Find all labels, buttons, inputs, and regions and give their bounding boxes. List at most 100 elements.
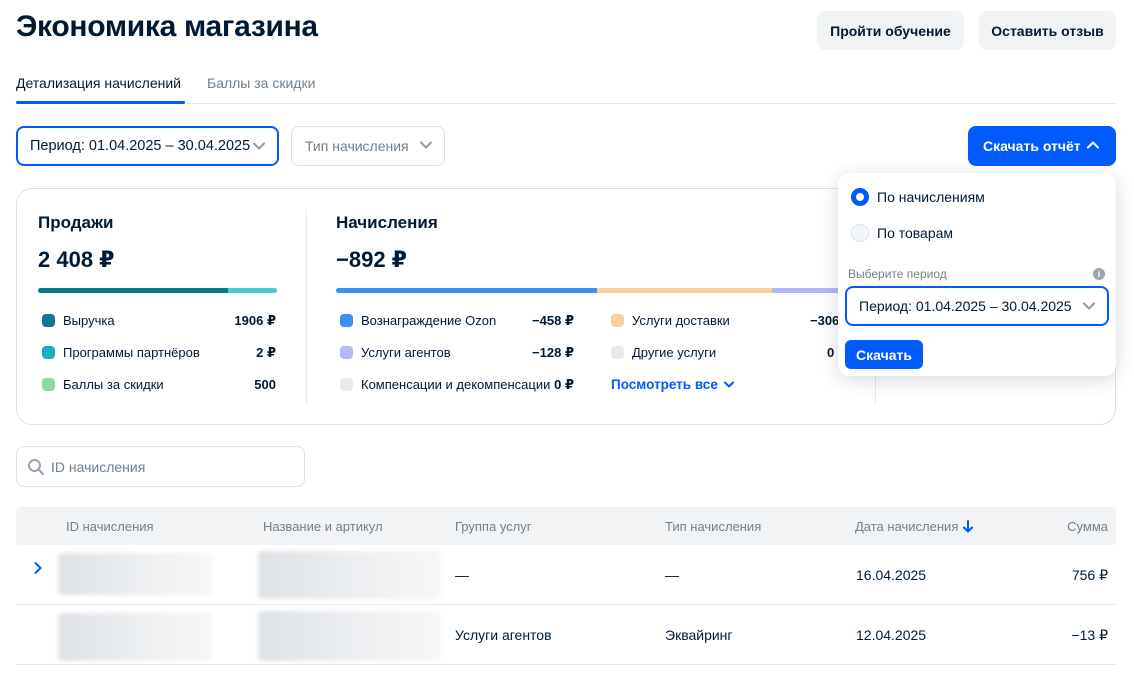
table-row[interactable]: — — 16.04.2025 756 ₽ [16, 545, 1116, 605]
chevron-up-icon [1087, 141, 1099, 149]
legend-value: 1906 ₽ [234, 313, 276, 328]
radio-label: По начислениям [877, 189, 985, 205]
legend-other-services: Другие услуги [611, 345, 716, 360]
column-header-name: Название и артикул [263, 519, 383, 534]
column-header-type: Тип начисления [665, 519, 762, 534]
legend-value: 0 ₽ [554, 377, 574, 392]
search-icon [28, 458, 45, 475]
legend-partner-programs: Программы партнёров [42, 345, 200, 360]
legend-dot [42, 314, 55, 327]
legend-label: Компенсации и декомпенсации [361, 377, 551, 392]
divider [875, 375, 876, 405]
report-period-select[interactable]: Период: 01.04.2025 – 30.04.2025 [845, 286, 1109, 326]
legend-value: −128 ₽ [532, 345, 574, 360]
legend-value: −458 ₽ [532, 313, 574, 328]
leave-review-button[interactable]: Оставить отзыв [979, 11, 1116, 50]
column-header-id: ID начисления [66, 519, 154, 534]
redacted-product [258, 611, 441, 661]
chevron-down-icon [1083, 302, 1095, 310]
tab-discount-points[interactable]: Баллы за скидки [207, 75, 315, 91]
sales-bar-revenue [38, 288, 228, 293]
radio-label: По товарам [877, 225, 954, 241]
sales-title: Продажи [38, 213, 114, 232]
legend-dot [42, 378, 55, 391]
arrow-down-icon [963, 520, 974, 533]
table-row[interactable]: Услуги агентов Эквайринг 12.04.2025 −13 … [16, 605, 1116, 665]
sales-total: 2 408 ₽ [38, 247, 115, 272]
download-button[interactable]: Скачать [845, 340, 923, 369]
report-dropdown: По начислениям По товарам Выберите перио… [838, 173, 1116, 376]
legend-revenue: Выручка [42, 313, 115, 328]
accruals-title: Начисления [336, 213, 438, 232]
search-input[interactable] [51, 458, 291, 475]
legend-dot [611, 346, 624, 359]
info-icon[interactable]: i [1093, 268, 1105, 280]
cell-group: — [455, 567, 469, 583]
accruals-total: −892 ₽ [336, 247, 407, 272]
download-report-label: Скачать отчёт [983, 138, 1081, 154]
legend-discount-points: Баллы за скидки [42, 377, 164, 392]
radio-by-accruals[interactable]: По начислениям [851, 188, 985, 206]
search-field[interactable] [16, 446, 305, 487]
tab-accrual-details[interactable]: Детализация начислений [16, 75, 181, 91]
chevron-right-icon[interactable] [34, 562, 42, 574]
legend-dot [340, 346, 353, 359]
accrual-type-select-value: Тип начисления [305, 138, 409, 154]
legend-label: Баллы за скидки [63, 377, 164, 392]
table-header: ID начисления Название и артикул Группа … [16, 507, 1116, 545]
tabs-bar: Детализация начислений Баллы за скидки [16, 66, 1116, 104]
legend-label: Вознаграждение Ozon [361, 313, 497, 328]
learn-button[interactable]: Пройти обучение [817, 11, 964, 50]
cell-type: — [665, 567, 679, 583]
legend-dot [611, 314, 624, 327]
period-label: Выберите период [848, 267, 947, 281]
column-header-date-label: Дата начисления [855, 519, 959, 534]
period-select-value: Период: 01.04.2025 – 30.04.2025 [30, 138, 251, 154]
accruals-bar [336, 288, 840, 293]
chevron-down-icon [723, 381, 734, 388]
legend-agent-services: Услуги агентов [340, 345, 451, 360]
column-header-date[interactable]: Дата начисления [855, 519, 974, 534]
chevron-down-icon [420, 141, 432, 149]
sales-bar-rest [228, 288, 277, 293]
radio-by-products[interactable]: По товарам [851, 224, 953, 242]
legend-dot [340, 314, 353, 327]
legend-label: Программы партнёров [63, 345, 200, 360]
legend-compensations: Компенсации и декомпенсации [340, 377, 550, 392]
see-all-link[interactable]: Посмотреть все [611, 377, 734, 392]
cell-type: Эквайринг [665, 627, 733, 643]
download-report-button[interactable]: Скачать отчёт [968, 126, 1116, 166]
radio-selected-icon [851, 188, 869, 206]
accruals-bar-ozon [336, 288, 597, 293]
cell-date: 12.04.2025 [856, 627, 927, 643]
legend-label: Другие услуги [632, 345, 717, 360]
report-period-value: Период: 01.04.2025 – 30.04.2025 [859, 298, 1072, 314]
redacted-id [58, 613, 212, 661]
cell-group: Услуги агентов [455, 627, 552, 643]
active-tab-indicator [16, 101, 185, 104]
legend-value: 500 [254, 377, 276, 392]
chevron-down-icon [253, 142, 265, 150]
accruals-bar-agents [772, 288, 840, 293]
legend-label: Услуги доставки [632, 313, 730, 328]
accrual-type-select[interactable]: Тип начисления [291, 126, 445, 166]
legend-delivery-services: Услуги доставки [611, 313, 730, 328]
page-title: Экономика магазина [16, 10, 318, 43]
redacted-id [58, 553, 212, 595]
legend-label: Услуги агентов [361, 345, 451, 360]
redacted-product [258, 551, 441, 599]
divider [306, 209, 307, 404]
accruals-bar-delivery [597, 288, 772, 293]
column-header-sum: Сумма [1067, 519, 1108, 534]
legend-label: Выручка [63, 313, 115, 328]
period-select[interactable]: Период: 01.04.2025 – 30.04.2025 [16, 126, 279, 166]
legend-value: 2 ₽ [256, 345, 276, 360]
legend-value: −306 [810, 313, 840, 328]
cell-sum: −13 ₽ [1071, 627, 1108, 643]
cell-date: 16.04.2025 [856, 567, 927, 583]
radio-unselected-icon [851, 224, 869, 242]
legend-dot [42, 346, 55, 359]
legend-dot [340, 378, 353, 391]
legend-value: 0 [827, 345, 835, 360]
sales-bar [38, 288, 277, 293]
